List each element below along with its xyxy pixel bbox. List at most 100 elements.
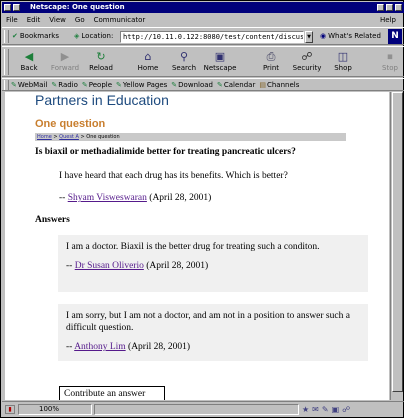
menu-communicator[interactable]: Communicator: [94, 16, 146, 24]
question-body: I have heard that each drug has its bene…: [59, 171, 288, 181]
byline-dash: --: [59, 193, 68, 203]
security-label: Security: [292, 64, 322, 72]
forward-button[interactable]: ▶ Forward: [47, 49, 83, 76]
search-label: Search: [171, 64, 197, 72]
connection-status-icon[interactable]: ▮: [5, 405, 15, 414]
mail-tray-icon[interactable]: ✉: [312, 404, 319, 415]
personal-link-calendar[interactable]: ✎ Calendar: [217, 81, 255, 89]
answer-byline: -- Dr Susan Oliverio (April 28, 2001): [66, 261, 360, 271]
component-tray: ★ ✉ ✎ ▣ ☍: [302, 404, 350, 415]
breadcrumb-current: One question: [86, 134, 120, 140]
question-byline: -- Shyam Visweswaran (April 28, 2001): [59, 193, 211, 203]
location-label: Location:: [81, 32, 114, 40]
back-label: Back: [20, 64, 38, 72]
status-bar: ▮ 100% ★ ✉ ✎ ▣ ☍: [2, 401, 404, 417]
browser-window: Netscape: One question File Edit View Go…: [0, 0, 404, 418]
bookmarks-button[interactable]: ✔ Bookmarks: [12, 32, 59, 40]
shop-button[interactable]: ◫ Shop: [325, 49, 361, 76]
byline-dash: --: [66, 261, 75, 271]
menu-help[interactable]: Help: [380, 16, 396, 24]
page-heading: One question: [35, 118, 106, 130]
reload-button[interactable]: ↻ Reload: [83, 49, 119, 76]
forward-arrow-icon: ▶: [60, 50, 70, 63]
minimize-icon[interactable]: [377, 4, 384, 11]
search-button[interactable]: ⚲ Search: [166, 49, 202, 76]
back-button[interactable]: ◀ Back: [11, 49, 47, 76]
scrollbar-thumb[interactable]: [392, 92, 403, 392]
menu-bar: File Edit View Go Communicator Help: [2, 14, 404, 26]
personal-link-download[interactable]: ✎ Download: [171, 81, 213, 89]
personal-link-webmail[interactable]: ✎ WebMail: [11, 81, 47, 89]
vertical-scrollbar[interactable]: [390, 92, 403, 400]
window-controls: [377, 4, 402, 11]
whats-related-label: What's Related: [328, 32, 381, 40]
shop-label: Shop: [334, 64, 352, 72]
page-proxy-icon[interactable]: ◈: [74, 32, 79, 40]
search-icon: ⚲: [179, 50, 189, 63]
url-history-dropdown[interactable]: ▼: [305, 31, 313, 43]
menu-go[interactable]: Go: [75, 16, 85, 24]
navigation-toolbar: ◀ Back ▶ Forward ↻ Reload ⌂ Home ⚲ Searc…: [2, 46, 404, 77]
byline-date: (April 28, 2001): [125, 342, 191, 352]
answer-author-link[interactable]: Dr Susan Oliverio: [75, 261, 144, 271]
bookmark-pen-icon: ✎: [216, 81, 223, 89]
status-message: [94, 404, 299, 415]
url-input[interactable]: http://10.11.0.122:8080/test/content/dis…: [120, 31, 304, 43]
bookmark-pen-icon: ✎: [51, 81, 58, 89]
menu-view[interactable]: View: [49, 16, 66, 24]
personal-links: ✎ WebMail ✎ Radio ✎ People ✎ Yellow Pages ✎ D…: [11, 81, 299, 89]
print-label: Print: [262, 64, 280, 72]
close-icon[interactable]: [395, 4, 402, 11]
stop-button[interactable]: ⏹ Stop: [372, 49, 404, 76]
forward-label: Forward: [50, 64, 80, 72]
personal-link-yellow-pages[interactable]: ✎ Yellow Pages: [116, 81, 167, 89]
security-button[interactable]: ☍ Security: [289, 49, 325, 76]
print-button[interactable]: ⎙ Print: [253, 49, 289, 76]
whats-related-icon: ◉: [320, 32, 327, 40]
contribute-answer-button[interactable]: Contribute an answer: [59, 386, 165, 400]
answer-byline: -- Anthony Lim (April 28, 2001): [66, 342, 360, 352]
security-lock-icon: ☍: [301, 50, 313, 63]
home-label: Home: [137, 64, 159, 72]
bookmarks-label: Bookmarks: [19, 32, 59, 40]
discussion-tray-icon[interactable]: ✎: [322, 404, 329, 415]
site-title: Partners in Education: [35, 92, 169, 108]
window-shade-icon[interactable]: [13, 4, 20, 11]
maximize-icon[interactable]: [386, 4, 393, 11]
toolbar-grip[interactable]: [4, 49, 9, 75]
answer-card: I am a doctor. Biaxil is the better drug…: [58, 235, 368, 292]
personal-link-people[interactable]: ✎ People: [82, 81, 112, 89]
bookmark-pen-icon: ✎: [116, 81, 122, 89]
answer-card: I am sorry, but I am not a doctor, and a…: [58, 304, 368, 361]
byline-dash: --: [66, 342, 75, 352]
menu-file[interactable]: File: [6, 16, 18, 24]
bookmark-pen-icon: ✎: [11, 81, 17, 89]
print-icon: ⎙: [266, 50, 276, 63]
answer-text: I am a doctor. Biaxil is the better drug…: [66, 242, 320, 252]
netscape-label: Netscape: [203, 64, 237, 72]
question-author-link[interactable]: Shyam Visweswaran: [68, 193, 147, 203]
window-menu-icon[interactable]: [4, 4, 11, 11]
composer-tray-icon[interactable]: ▣: [332, 404, 340, 415]
personal-link-radio[interactable]: ✎ Radio: [51, 81, 78, 89]
home-button[interactable]: ⌂ Home: [130, 49, 166, 76]
navigator-tray-icon[interactable]: ★: [302, 404, 309, 415]
zoom-level: 100%: [18, 404, 92, 415]
shop-icon: ◫: [337, 50, 349, 63]
breadcrumb-home-link[interactable]: Home: [37, 134, 52, 140]
page-content: Partners in Education One question Home …: [5, 92, 389, 400]
netscape-button[interactable]: ▣ Netscape: [202, 49, 238, 76]
breadcrumb-parent-link[interactable]: Quest A: [59, 134, 79, 140]
title-bar[interactable]: Netscape: One question: [2, 2, 404, 13]
reload-icon: ↻: [96, 50, 106, 63]
whats-related-button[interactable]: ◉ What's Related: [320, 32, 381, 40]
answer-author-link[interactable]: Anthony Lim: [74, 342, 125, 352]
netscape-icon: ▣: [214, 50, 226, 63]
netscape-logo-icon[interactable]: N: [388, 29, 402, 44]
menu-edit[interactable]: Edit: [27, 16, 41, 24]
toolbar-grip[interactable]: [4, 30, 9, 43]
security-tray-icon[interactable]: ☍: [342, 404, 350, 415]
personal-link-channels[interactable]: ▤ Channels: [259, 81, 299, 89]
toolbar-grip[interactable]: [4, 80, 9, 90]
answer-text: I am sorry, but I am not a doctor, and a…: [66, 311, 350, 333]
